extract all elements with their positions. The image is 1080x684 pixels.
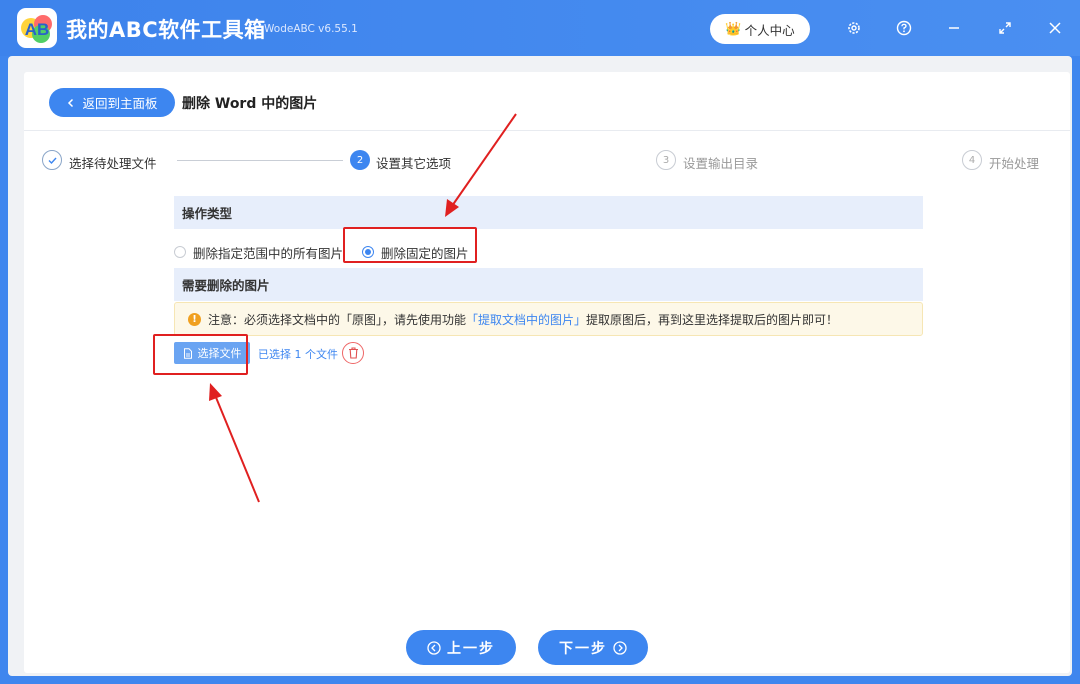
selected-files-count[interactable]: 已选择 1 个文件 [258, 346, 338, 362]
help-icon[interactable] [892, 16, 916, 40]
radio-circle[interactable] [174, 246, 186, 258]
annotation-box-select-file [153, 334, 248, 375]
user-center-label: 个人中心 [744, 22, 795, 38]
page-header: 返回到主面板 删除 Word 中的图片 [24, 72, 1070, 131]
page-title: 删除 Word 中的图片 [182, 96, 318, 112]
step-2-number: 2 [350, 150, 370, 170]
minimize-icon[interactable] [942, 16, 966, 40]
step-4-label: 开始处理 [989, 156, 1040, 171]
trash-icon [348, 347, 358, 359]
extract-images-link[interactable]: 「提取文档中的图片」 [466, 311, 586, 328]
arrow-left-circle-icon [427, 640, 441, 655]
step-1-label: 选择待处理文件 [69, 156, 157, 171]
gear-icon[interactable] [842, 16, 866, 40]
back-button-label: 返回到主面板 [82, 96, 158, 111]
step-3-number: 3 [656, 150, 676, 170]
clear-files-button[interactable] [342, 342, 364, 364]
radio-label: 删除指定范围中的所有图片 [193, 245, 344, 261]
title-bar: AB 我的ABC软件工具箱 WodeABC v6.55.1 👑 个人中心 [0, 0, 1080, 56]
next-step-button[interactable]: 下一步 [538, 630, 648, 665]
arrow-right-circle-icon [613, 640, 627, 655]
crown-icon: 👑 [725, 21, 742, 37]
step-connector [177, 160, 343, 161]
step-4-number: 4 [962, 150, 982, 170]
step-3-label: 设置输出目录 [683, 156, 759, 171]
step-2-label: 设置其它选项 [376, 156, 452, 171]
app-logo: AB [17, 8, 57, 48]
maximize-icon[interactable] [993, 16, 1017, 40]
app-version: WodeABC v6.55.1 [264, 23, 358, 35]
logo-text: AB [25, 20, 50, 39]
notice-prefix: 注意：必须选择文档中的「原图」，请先使用功能 [208, 312, 467, 327]
stepper: 选择待处理文件 2 设置其它选项 3 设置输出目录 4 开始处理 [24, 148, 1070, 178]
user-center-button[interactable]: 👑 个人中心 [710, 14, 810, 44]
notice-suffix: 提取原图后，再到这里选择提取后的图片即可！ [586, 312, 839, 327]
step-1-check-icon [42, 150, 62, 170]
back-to-main-button[interactable]: 返回到主面板 [49, 88, 175, 117]
chevron-left-icon [68, 98, 74, 107]
operation-type-heading: 操作类型 [174, 196, 923, 229]
close-icon[interactable] [1043, 16, 1067, 40]
app-title: 我的ABC软件工具箱 [66, 18, 266, 42]
previous-step-button[interactable]: 上一步 [406, 630, 516, 665]
annotation-box-radio [343, 227, 477, 263]
images-to-delete-heading: 需要删除的图片 [174, 268, 923, 301]
next-step-label: 下一步 [559, 640, 607, 657]
notice-banner: ! 注意：必须选择文档中的「原图」，请先使用功能 「提取文档中的图片」 提取原图… [174, 302, 923, 336]
previous-step-label: 上一步 [447, 640, 495, 657]
warning-icon: ! [188, 312, 201, 326]
radio-delete-all-in-range[interactable]: 删除指定范围中的所有图片 [174, 242, 343, 262]
